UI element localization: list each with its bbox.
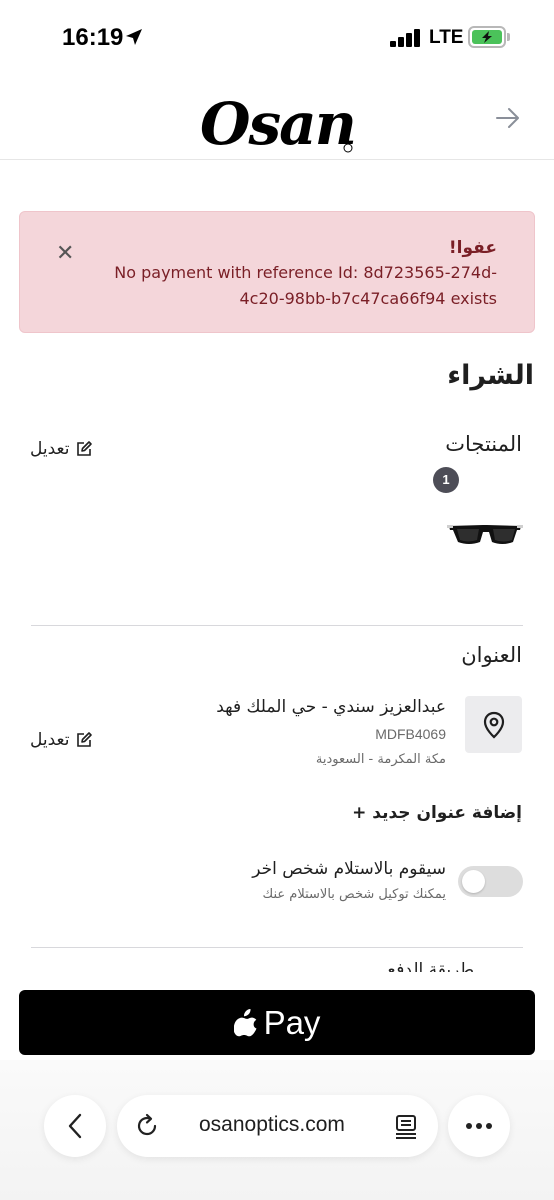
arrow-right-icon[interactable] bbox=[494, 104, 522, 132]
toggle-knob bbox=[462, 870, 485, 893]
edit-products-button[interactable]: تعديل bbox=[30, 439, 93, 459]
svg-text:Osan: Osan bbox=[200, 90, 355, 158]
edit-products-label: تعديل bbox=[30, 439, 70, 459]
edit-icon bbox=[77, 441, 93, 456]
osan-logo[interactable]: Osan bbox=[200, 82, 360, 160]
reader-icon[interactable] bbox=[393, 1113, 419, 1139]
more-icon bbox=[466, 1123, 492, 1129]
battery-charging-icon bbox=[468, 26, 506, 48]
map-pin-icon bbox=[483, 711, 504, 738]
address-icon-box bbox=[465, 696, 522, 753]
section-divider bbox=[31, 947, 523, 948]
chevron-left-icon bbox=[68, 1113, 82, 1139]
delegate-toggle[interactable] bbox=[458, 866, 523, 897]
products-title: المنتجات bbox=[445, 432, 522, 456]
site-header: Osan bbox=[0, 76, 554, 160]
edit-address-button[interactable]: تعديل bbox=[30, 730, 93, 750]
apple-pay-button[interactable]: Pay bbox=[19, 990, 535, 1055]
reload-icon[interactable] bbox=[134, 1113, 160, 1139]
section-divider bbox=[31, 625, 523, 626]
address-code: MDFB4069 bbox=[375, 726, 446, 742]
apple-logo-icon bbox=[233, 1009, 257, 1037]
battery-cap bbox=[507, 33, 510, 41]
address-city: مكة المكرمة - السعودية bbox=[315, 752, 446, 767]
signal-icon bbox=[390, 29, 422, 47]
status-time: 16:19 bbox=[62, 24, 124, 51]
status-bar: 16:19 LTE bbox=[0, 0, 554, 76]
delegate-sub: يمكنك توكيل شخص بالاستلام عنك bbox=[262, 887, 446, 902]
error-alert: عفوا! No payment with reference Id: 8d72… bbox=[19, 211, 535, 333]
apple-pay-label: Pay bbox=[263, 1003, 321, 1041]
address-name: عبدالعزيز سندي - حي الملك فهد bbox=[216, 697, 446, 717]
url-text[interactable]: osanoptics.com bbox=[199, 1113, 345, 1137]
network-label: LTE bbox=[429, 27, 464, 48]
add-address-button[interactable]: إضافة عنوان جديد + bbox=[352, 803, 522, 823]
product-count-badge: 1 bbox=[433, 467, 459, 493]
close-icon[interactable]: ✕ bbox=[56, 241, 74, 266]
edit-icon bbox=[77, 732, 93, 747]
edit-address-label: تعديل bbox=[30, 730, 70, 750]
next-section-title: طريقة الدفع bbox=[387, 960, 474, 972]
location-arrow-icon bbox=[126, 29, 142, 45]
sunglasses-image[interactable] bbox=[447, 513, 523, 553]
alert-title: عفوا! bbox=[448, 238, 497, 258]
delegate-label: سيقوم بالاستلام شخص اخر bbox=[252, 859, 446, 879]
back-button[interactable] bbox=[44, 1095, 106, 1157]
address-title: العنوان bbox=[461, 643, 522, 667]
page-title: الشراء bbox=[447, 360, 534, 391]
alert-message: No payment with reference Id: 8d723565-2… bbox=[114, 263, 497, 308]
more-button[interactable] bbox=[448, 1095, 510, 1157]
